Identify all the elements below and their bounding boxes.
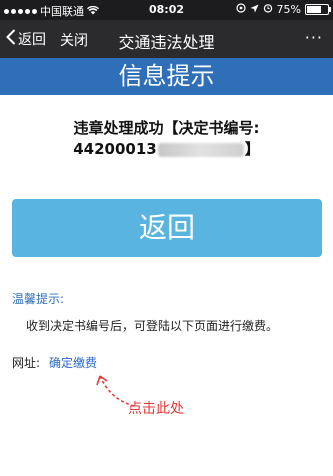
- alarm-icon: [263, 3, 273, 16]
- battery-fill: [307, 6, 321, 13]
- status-right: 75%: [235, 3, 331, 16]
- tips-title: 温馨提示:: [12, 292, 65, 306]
- annotation-label: 点击此处: [128, 401, 184, 417]
- location-icon: [235, 3, 246, 16]
- page-title: 交通违法处理: [118, 33, 215, 52]
- info-banner: 信息提示: [0, 58, 333, 95]
- decision-number-prefix: 44200013: [73, 140, 157, 158]
- battery-icon: [305, 4, 331, 15]
- decision-number-suffix: 】: [244, 140, 260, 158]
- result-line: 违章处理成功【决定书编号:: [73, 119, 260, 137]
- nav-bar: 返回 关闭 交通违法处理 ···: [0, 20, 333, 58]
- status-bar: 中国联通 08:02 75%: [0, 0, 333, 20]
- more-options-icon[interactable]: ···: [305, 28, 323, 47]
- result-message: 违章处理成功【决定书编号: 44200013 】: [0, 118, 333, 160]
- tips-text: 收到决定书编号后，可登陆以下页面进行缴费。: [26, 319, 279, 333]
- battery-percent: 75%: [276, 3, 301, 16]
- redacted-number: [157, 142, 244, 157]
- navigation-arrow-icon: [250, 3, 259, 16]
- return-button[interactable]: 返回: [12, 199, 322, 257]
- decision-number: 44200013 】: [0, 139, 333, 160]
- url-label: 网址:: [12, 356, 41, 370]
